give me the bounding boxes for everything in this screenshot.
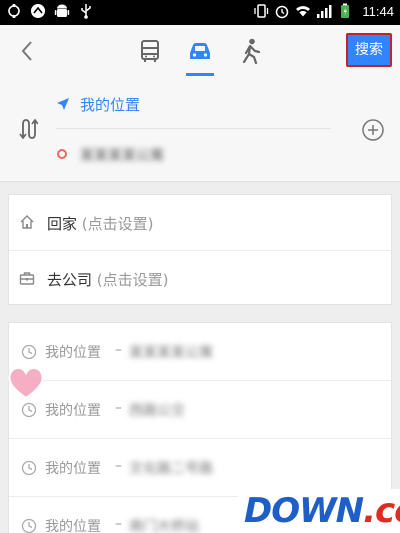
status-right-icons: 11:44 — [253, 3, 394, 19]
swap-route-icon[interactable] — [18, 117, 38, 141]
vibrate-icon — [254, 4, 269, 18]
company-label: 去公司 (点击设置) — [47, 269, 169, 290]
android-icon — [54, 4, 70, 17]
signal-icon — [317, 5, 332, 18]
logo-sub: .cc — [363, 491, 400, 531]
clock-icon — [21, 518, 37, 533]
location-arrow-icon — [57, 98, 69, 110]
company-text: 去公司 — [47, 271, 93, 289]
quick-destinations-card: 回家 (点击设置) 去公司 (点击设置) — [8, 194, 393, 305]
sync-icon — [8, 3, 20, 19]
history-from: 我的位置 — [45, 345, 101, 361]
add-waypoint-icon[interactable] — [362, 119, 384, 141]
search-button[interactable]: 搜索 — [346, 33, 392, 67]
top-bar: 搜索 — [0, 25, 400, 77]
history-separator: – — [115, 516, 122, 532]
route-panel: 我的位置 某某某某公寓 — [0, 77, 400, 182]
bus-icon[interactable] — [136, 37, 164, 65]
briefcase-icon — [19, 272, 35, 285]
home-hint: (点击设置) — [81, 215, 154, 233]
history-from: 我的位置 — [45, 461, 101, 477]
clock-icon — [21, 460, 37, 476]
status-time: 11:44 — [362, 3, 394, 19]
history-to: 文化路二号路 — [129, 461, 213, 477]
history-to: 某某某某公寓 — [129, 345, 213, 361]
history-separator: – — [115, 458, 122, 474]
logo-main: DOWN — [244, 491, 364, 531]
home-label: 回家 (点击设置) — [47, 213, 154, 234]
company-row[interactable]: 去公司 (点击设置) — [9, 250, 393, 305]
usb-icon — [81, 4, 91, 19]
watermark-logo-text: DOWN.cc — [244, 491, 400, 531]
home-icon — [20, 215, 34, 229]
status-left-icons — [6, 3, 94, 19]
history-item[interactable]: 我的位置 – 某某某某公寓 — [9, 323, 393, 381]
wifi-icon — [296, 6, 311, 17]
history-item[interactable]: 我的位置 – 西路公交 — [9, 381, 393, 439]
history-separator: – — [115, 400, 122, 416]
home-row[interactable]: 回家 (点击设置) — [9, 195, 393, 250]
back-arrow-icon[interactable] — [18, 39, 38, 63]
start-point-field[interactable]: 我的位置 — [80, 94, 140, 115]
walk-icon[interactable] — [236, 37, 264, 65]
history-from: 我的位置 — [45, 403, 101, 419]
clock-icon — [21, 344, 37, 360]
history-from: 我的位置 — [45, 519, 101, 533]
battery-icon — [341, 3, 350, 18]
status-bar: 11:44 — [0, 0, 400, 25]
car-icon[interactable] — [186, 37, 214, 65]
bird-icon — [31, 4, 45, 18]
clock-icon — [21, 402, 37, 418]
route-divider — [56, 128, 331, 129]
active-mode-indicator — [186, 73, 214, 76]
watermark-logo: DOWN.cc — [238, 489, 400, 533]
home-text: 回家 — [47, 215, 78, 233]
destination-dot-icon — [57, 149, 67, 159]
end-point-field[interactable]: 某某某某公寓 — [80, 145, 164, 165]
heart-widget-icon[interactable] — [4, 360, 48, 404]
history-separator: – — [115, 342, 122, 358]
history-to: 南门大桥站 — [129, 519, 199, 533]
history-to: 西路公交 — [129, 403, 185, 419]
alarm-icon — [276, 5, 289, 19]
company-hint: (点击设置) — [96, 271, 169, 289]
